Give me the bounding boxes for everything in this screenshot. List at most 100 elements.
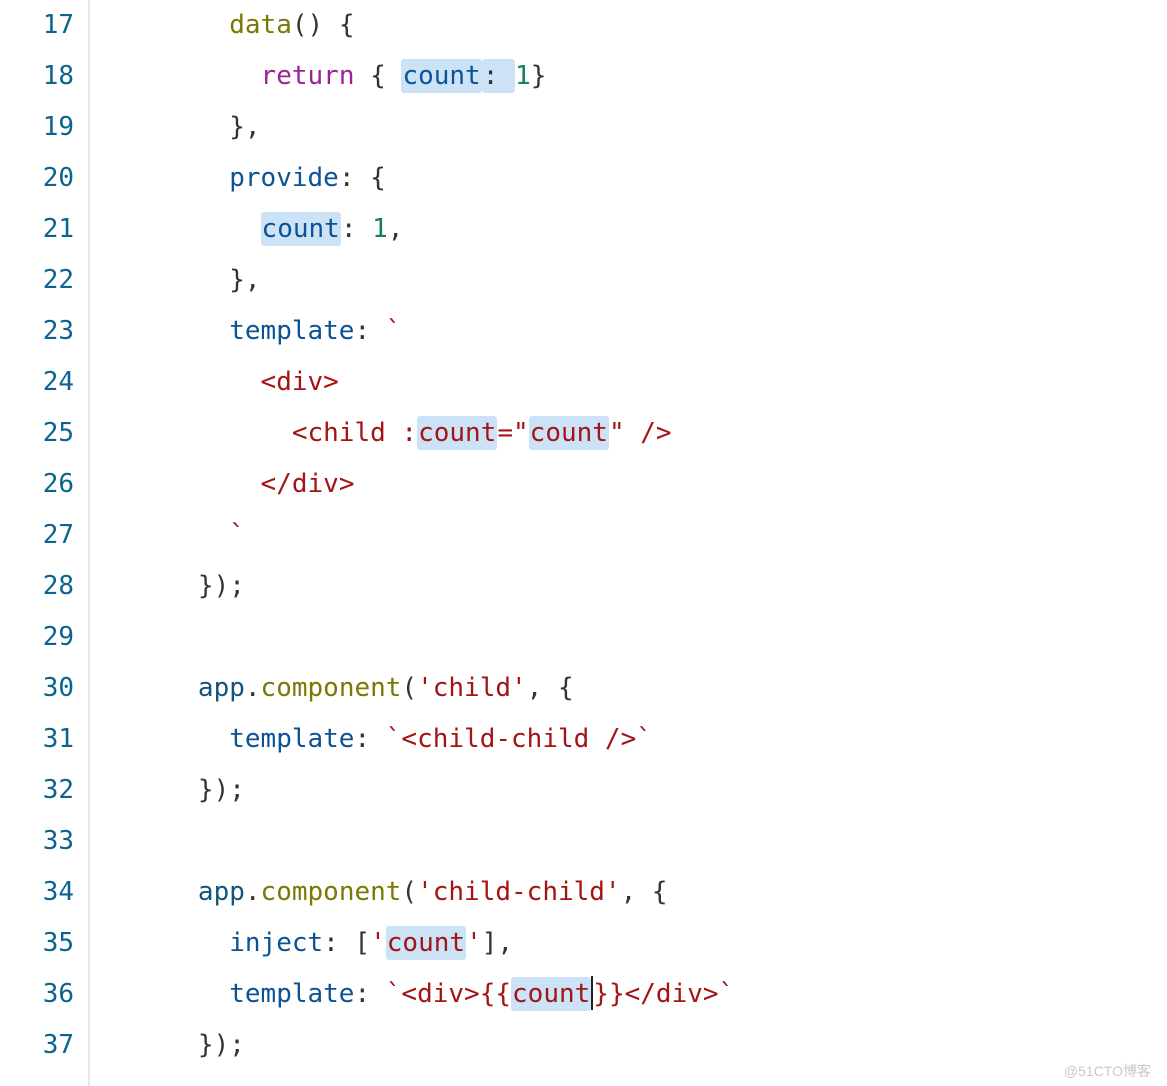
code-token: component bbox=[261, 877, 402, 907]
code-line[interactable]: template: `<child-child />` bbox=[104, 714, 1167, 765]
code-token: ' bbox=[370, 928, 386, 958]
line-number: 28 bbox=[0, 561, 74, 612]
code-token: : bbox=[354, 979, 385, 1009]
code-line[interactable]: return { count: 1} bbox=[104, 51, 1167, 102]
code-line[interactable]: ` bbox=[104, 510, 1167, 561]
code-token: { bbox=[354, 61, 401, 91]
code-token: app bbox=[198, 673, 245, 703]
code-token: 'child' bbox=[417, 673, 527, 703]
code-line[interactable]: }, bbox=[104, 102, 1167, 153]
watermark: @51CTO博客 bbox=[1064, 1064, 1151, 1078]
code-line[interactable]: }); bbox=[104, 1020, 1167, 1071]
code-token: 1 bbox=[372, 214, 388, 244]
line-number: 35 bbox=[0, 918, 74, 969]
code-token: . bbox=[245, 877, 261, 907]
code-token: , { bbox=[621, 877, 668, 907]
code-token: ( bbox=[401, 673, 417, 703]
code-line[interactable]: app.component('child', { bbox=[104, 663, 1167, 714]
line-number: 30 bbox=[0, 663, 74, 714]
code-token: count bbox=[386, 926, 466, 960]
code-line[interactable]: }); bbox=[104, 561, 1167, 612]
line-number: 22 bbox=[0, 255, 74, 306]
code-token: : bbox=[341, 214, 372, 244]
code-line[interactable]: </div> bbox=[104, 459, 1167, 510]
code-token: ], bbox=[482, 928, 513, 958]
code-token: }, bbox=[229, 265, 260, 295]
code-token: ' bbox=[466, 928, 482, 958]
code-token: count bbox=[529, 416, 609, 450]
code-token: template bbox=[229, 979, 354, 1009]
line-number-gutter: 1718192021222324252627282930313233343536… bbox=[0, 0, 90, 1086]
line-number: 29 bbox=[0, 612, 74, 663]
line-number: 23 bbox=[0, 306, 74, 357]
code-editor[interactable]: 1718192021222324252627282930313233343536… bbox=[0, 0, 1167, 1086]
code-token: 'child-child' bbox=[417, 877, 621, 907]
code-token: }, bbox=[229, 112, 260, 142]
code-token: }); bbox=[198, 1030, 245, 1060]
line-number: 27 bbox=[0, 510, 74, 561]
code-content[interactable]: data() { return { count: 1} }, provide: … bbox=[90, 0, 1167, 1086]
code-token: : bbox=[354, 724, 385, 754]
line-number: 37 bbox=[0, 1020, 74, 1071]
code-token: provide bbox=[229, 163, 339, 193]
code-line[interactable]: <div> bbox=[104, 357, 1167, 408]
code-line[interactable]: data() { bbox=[104, 0, 1167, 51]
code-token: data bbox=[229, 10, 292, 40]
code-token: template bbox=[229, 724, 354, 754]
code-token: ( bbox=[401, 877, 417, 907]
code-token: count bbox=[417, 416, 497, 450]
line-number: 24 bbox=[0, 357, 74, 408]
code-token: ` bbox=[386, 316, 402, 346]
code-token: : bbox=[354, 316, 385, 346]
code-token: count bbox=[511, 977, 591, 1011]
code-token: : bbox=[482, 59, 515, 93]
code-token: template bbox=[229, 316, 354, 346]
code-token: `<child-child />` bbox=[386, 724, 652, 754]
code-line[interactable]: template: `<div>{{count}}</div>` bbox=[104, 969, 1167, 1020]
line-number: 21 bbox=[0, 204, 74, 255]
line-number: 32 bbox=[0, 765, 74, 816]
line-number: 17 bbox=[0, 0, 74, 51]
code-token: . bbox=[245, 673, 261, 703]
code-line[interactable]: provide: { bbox=[104, 153, 1167, 204]
code-token: count bbox=[261, 212, 341, 246]
code-token: , { bbox=[527, 673, 574, 703]
line-number: 31 bbox=[0, 714, 74, 765]
code-token: <div> bbox=[261, 367, 339, 397]
code-token: ` bbox=[229, 520, 245, 550]
code-token: () { bbox=[292, 10, 355, 40]
code-line[interactable]: }); bbox=[104, 765, 1167, 816]
code-token: =" bbox=[497, 418, 528, 448]
code-token: }); bbox=[198, 571, 245, 601]
code-token: return bbox=[261, 61, 355, 91]
code-token: }}</div>` bbox=[593, 979, 734, 1009]
code-token: component bbox=[261, 673, 402, 703]
code-token: 1 bbox=[515, 61, 531, 91]
line-number: 26 bbox=[0, 459, 74, 510]
code-line[interactable]: app.component('child-child', { bbox=[104, 867, 1167, 918]
code-token: : { bbox=[339, 163, 386, 193]
line-number: 33 bbox=[0, 816, 74, 867]
code-token: : [ bbox=[323, 928, 370, 958]
code-line[interactable]: inject: ['count'], bbox=[104, 918, 1167, 969]
code-line[interactable]: <child :count="count" /> bbox=[104, 408, 1167, 459]
line-number: 36 bbox=[0, 969, 74, 1020]
line-number: 19 bbox=[0, 102, 74, 153]
code-token: <child : bbox=[292, 418, 417, 448]
code-token: }); bbox=[198, 775, 245, 805]
code-token: `<div>{{ bbox=[386, 979, 511, 1009]
line-number: 18 bbox=[0, 51, 74, 102]
code-line[interactable] bbox=[104, 816, 1167, 867]
code-line[interactable]: template: ` bbox=[104, 306, 1167, 357]
code-token: inject bbox=[229, 928, 323, 958]
code-token: app bbox=[198, 877, 245, 907]
code-line[interactable]: }, bbox=[104, 255, 1167, 306]
code-token: </div> bbox=[261, 469, 355, 499]
line-number: 34 bbox=[0, 867, 74, 918]
code-line[interactable] bbox=[104, 612, 1167, 663]
code-token: , bbox=[388, 214, 404, 244]
code-line[interactable]: count: 1, bbox=[104, 204, 1167, 255]
code-token: count bbox=[401, 59, 481, 93]
code-token: " /> bbox=[609, 418, 672, 448]
line-number: 25 bbox=[0, 408, 74, 459]
